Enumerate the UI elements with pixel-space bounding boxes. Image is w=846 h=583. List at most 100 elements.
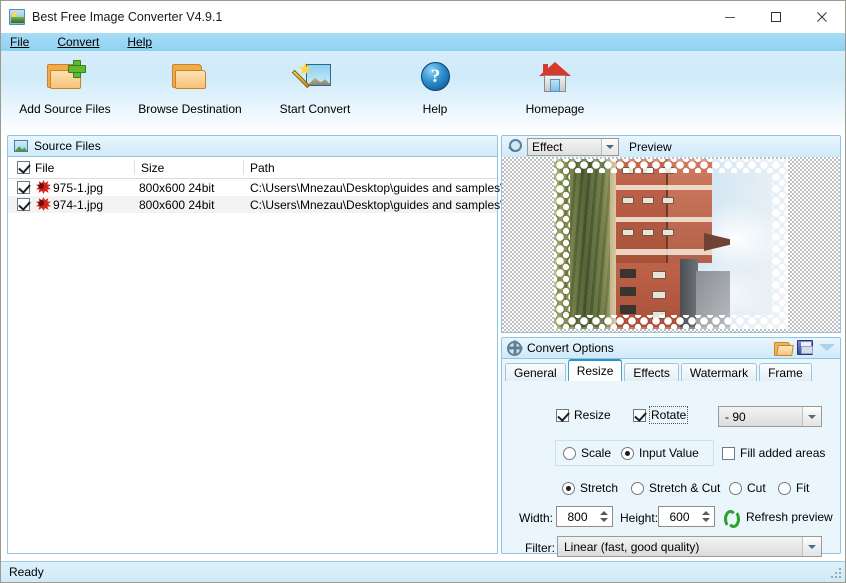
column-header-file[interactable]: File xyxy=(35,161,54,175)
width-stepper-arrows[interactable] xyxy=(597,508,611,525)
height-label: Height: xyxy=(620,511,659,525)
status-bar: Ready xyxy=(1,561,845,582)
row-checkbox[interactable] xyxy=(17,181,30,194)
filter-label: Filter: xyxy=(525,541,555,555)
tab-watermark[interactable]: Watermark xyxy=(680,363,758,381)
browse-destination-label: Browse Destination xyxy=(138,102,242,116)
menu-item-help[interactable]: Help xyxy=(127,33,165,51)
open-profile-icon[interactable] xyxy=(774,340,791,356)
source-files-title: Source Files xyxy=(34,139,101,153)
image-file-icon xyxy=(36,180,51,194)
app-image-icon xyxy=(9,9,25,25)
app-window: Best Free Image Converter V4.9.1 File Co… xyxy=(0,0,846,583)
table-row[interactable]: 975-1.jpg 800x600 24bit C:\Users\Mnezau\… xyxy=(8,179,503,196)
tab-general[interactable]: General xyxy=(505,363,566,381)
resize-checkbox-group[interactable]: Resize xyxy=(556,408,611,422)
menu-item-convert[interactable]: Convert xyxy=(57,33,112,51)
resize-checkbox[interactable] xyxy=(556,408,569,422)
source-files-header: Source Files xyxy=(7,135,498,156)
help-button[interactable]: ? Help xyxy=(375,58,495,116)
input-value-radio[interactable] xyxy=(621,446,634,460)
input-value-radio-group[interactable]: Input Value xyxy=(621,446,699,460)
fill-added-areas-label: Fill added areas xyxy=(740,446,826,460)
rotate-angle-select[interactable]: - 90 xyxy=(718,406,822,427)
preview-label: Preview xyxy=(629,139,672,154)
stretch-cut-radio-group[interactable]: Stretch & Cut xyxy=(631,481,720,495)
browse-destination-button[interactable]: Browse Destination xyxy=(125,58,255,116)
scale-radio[interactable] xyxy=(563,446,576,460)
stretch-cut-radio[interactable] xyxy=(631,481,644,495)
maximize-button[interactable] xyxy=(753,1,799,32)
start-convert-button[interactable]: Start Convert xyxy=(255,58,375,116)
tab-effects-label: Effects xyxy=(633,365,670,380)
convert-options-tabs: General Resize Effects Watermark Frame xyxy=(501,359,841,381)
save-profile-icon[interactable] xyxy=(797,340,813,355)
preview-canvas[interactable] xyxy=(501,157,841,333)
column-header-size[interactable]: Size xyxy=(141,161,164,175)
select-all-checkbox[interactable] xyxy=(17,161,30,174)
menu-item-file[interactable]: File xyxy=(10,33,42,51)
window-title: Best Free Image Converter V4.9.1 xyxy=(32,10,223,24)
chevron-down-icon[interactable] xyxy=(802,537,821,556)
chevron-down-icon[interactable] xyxy=(802,407,821,426)
cut-radio[interactable] xyxy=(729,481,742,495)
tab-frame[interactable]: Frame xyxy=(759,363,812,381)
cut-radio-group[interactable]: Cut xyxy=(729,481,766,495)
cell-file-name: 975-1.jpg xyxy=(53,180,104,195)
rotate-checkbox-group[interactable]: Rotate xyxy=(633,406,689,424)
gear-icon xyxy=(507,340,522,356)
convert-options-panel: Convert Options General Resize Effects W… xyxy=(501,337,841,557)
row-checkbox[interactable] xyxy=(17,198,30,211)
tab-watermark-label: Watermark xyxy=(689,365,749,380)
height-stepper[interactable]: 600 xyxy=(658,506,715,527)
stretch-radio-group[interactable]: Stretch xyxy=(562,481,618,495)
resize-tab-panel: Resize Rotate - 90 Scale Input Value Fil… xyxy=(501,381,841,557)
wand-image-icon xyxy=(291,58,336,96)
add-source-files-button[interactable]: Add Source Files xyxy=(5,58,125,116)
tab-resize-label: Resize xyxy=(576,364,614,378)
input-value-radio-label: Input Value xyxy=(639,446,699,460)
scale-radio-group[interactable]: Scale xyxy=(563,446,611,460)
refresh-icon xyxy=(724,509,740,528)
source-files-panel: Source Files File Size Path 975-1.jpg 80… xyxy=(7,135,503,554)
effect-select[interactable]: Effect xyxy=(527,137,619,156)
tab-effects[interactable]: Effects xyxy=(624,363,679,381)
stretch-radio[interactable] xyxy=(562,481,575,495)
cut-radio-label: Cut xyxy=(747,481,766,495)
filter-select[interactable]: Linear (fast, good quality) xyxy=(557,536,822,557)
menu-help-label: Help xyxy=(127,35,153,49)
folder-add-icon xyxy=(44,58,86,96)
column-header-path[interactable]: Path xyxy=(250,161,275,175)
close-button[interactable] xyxy=(799,1,845,32)
collapse-chevron-icon[interactable] xyxy=(819,344,835,351)
convert-options-title: Convert Options xyxy=(527,341,614,355)
rotate-checkbox[interactable] xyxy=(633,408,646,422)
fit-radio[interactable] xyxy=(778,481,791,495)
status-text: Ready xyxy=(9,565,44,579)
menu-file-label: File xyxy=(10,35,30,49)
scale-radio-label: Scale xyxy=(581,446,612,460)
homepage-button[interactable]: Homepage xyxy=(495,58,615,116)
convert-options-header: Convert Options xyxy=(501,337,841,359)
resize-checkbox-label: Resize xyxy=(574,408,611,422)
image-file-icon xyxy=(36,197,51,211)
fill-added-areas-group[interactable]: Fill added areas xyxy=(722,446,825,460)
homepage-label: Homepage xyxy=(525,102,585,116)
height-stepper-arrows[interactable] xyxy=(699,508,713,525)
minimize-button[interactable] xyxy=(707,1,753,32)
magnifier-icon xyxy=(507,139,522,154)
fill-added-areas-checkbox[interactable] xyxy=(722,446,735,460)
table-row[interactable]: 974-1.jpg 800x600 24bit C:\Users\Mnezau\… xyxy=(8,196,503,213)
chevron-down-icon[interactable] xyxy=(601,138,618,155)
tab-resize[interactable]: Resize xyxy=(567,359,623,381)
fit-radio-group[interactable]: Fit xyxy=(778,481,809,495)
fit-radio-label: Fit xyxy=(796,481,810,495)
menu-bar: File Convert Help xyxy=(1,33,845,51)
filter-value: Linear (fast, good quality) xyxy=(564,539,700,554)
resize-grip[interactable] xyxy=(830,567,842,579)
width-stepper[interactable]: 800 xyxy=(556,506,613,527)
refresh-preview-button[interactable]: Refresh preview xyxy=(724,509,833,528)
help-label: Help xyxy=(422,102,448,116)
source-files-list[interactable]: File Size Path 975-1.jpg 800x600 24bit C… xyxy=(7,156,503,554)
preview-header: Effect Preview xyxy=(501,135,841,157)
